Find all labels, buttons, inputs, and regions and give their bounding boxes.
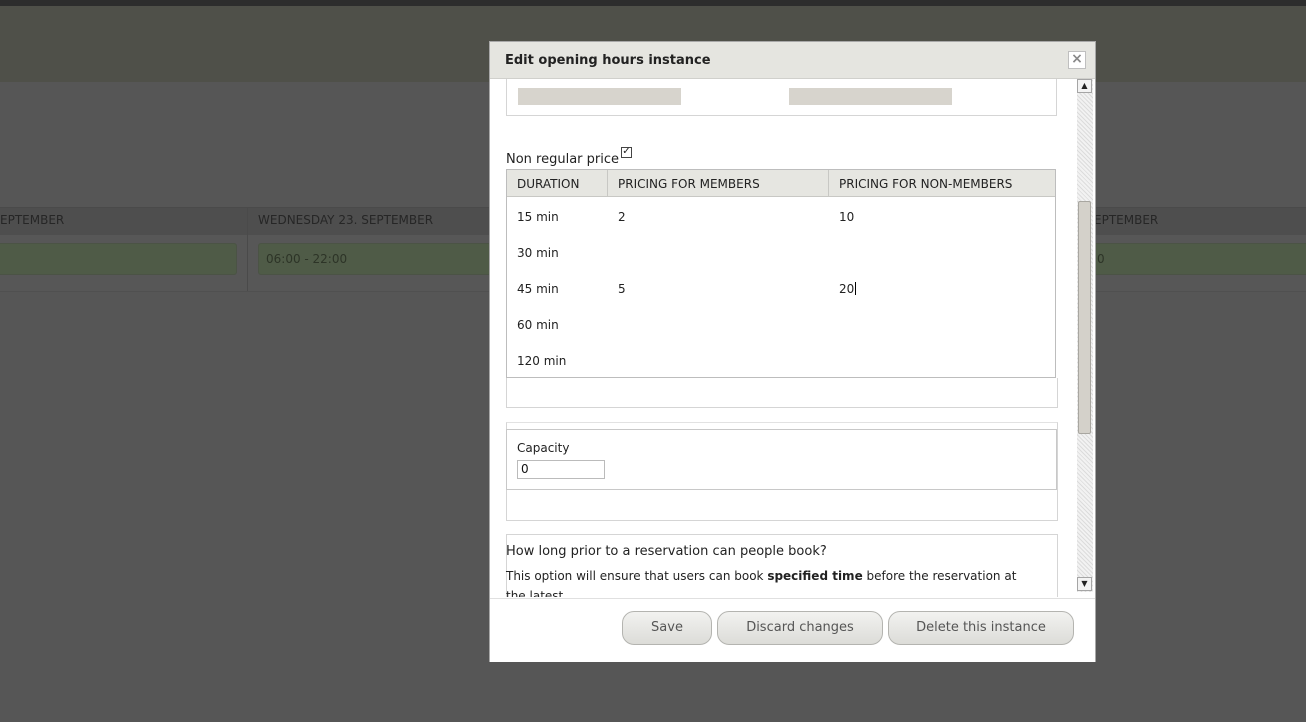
non-members-price-input[interactable]	[839, 246, 1039, 262]
close-icon: ×	[1071, 51, 1083, 67]
capacity-input[interactable]: 0	[517, 460, 605, 479]
text-cursor	[855, 282, 857, 295]
non-members-price-input[interactable]: 20	[839, 282, 857, 296]
pricing-section-bottom	[506, 378, 1058, 408]
opening-slot-time: 0	[1097, 252, 1105, 266]
scroll-up-arrow-icon[interactable]: ▲	[1077, 79, 1092, 93]
discard-changes-button[interactable]: Discard changes	[717, 611, 883, 645]
non-members-price-input[interactable]: 10	[839, 210, 854, 224]
duration-cell: 30 min	[517, 246, 559, 260]
dialog-scrollbar[interactable]: ▲ ▼	[1077, 79, 1093, 592]
opening-slot-time: 06:00 - 22:00	[266, 252, 348, 266]
edit-instance-dialog: Edit opening hours instance × Non regula…	[489, 41, 1096, 662]
start-time-field[interactable]	[518, 88, 681, 105]
capacity-label: Capacity	[517, 441, 570, 455]
non-members-price-input[interactable]	[839, 318, 1039, 334]
delete-instance-button[interactable]: Delete this instance	[888, 611, 1074, 645]
opening-slot[interactable]: 0	[1088, 243, 1306, 275]
members-price-input[interactable]	[618, 246, 818, 262]
pricing-table: DURATION PRICING FOR MEMBERS PRICING FOR…	[506, 169, 1056, 378]
booking-lead-time-description: This option will ensure that users can b…	[506, 566, 1036, 597]
members-price-input[interactable]	[618, 318, 818, 334]
opening-slot[interactable]: 06:00 - 22:00	[258, 243, 498, 275]
column-divider	[607, 170, 608, 196]
dialog-titlebar: Edit opening hours instance ×	[490, 42, 1095, 79]
duration-cell: 45 min	[517, 282, 559, 296]
duration-cell: 120 min	[517, 354, 567, 368]
duration-column-header: DURATION	[517, 177, 580, 191]
scroll-down-arrow-icon[interactable]: ▼	[1077, 577, 1092, 591]
non-members-price-value: 20	[839, 282, 855, 296]
members-price-input[interactable]: 5	[618, 282, 626, 296]
duration-cell: 15 min	[517, 210, 559, 224]
duration-cell: 60 min	[517, 318, 559, 332]
non-regular-price-label: Non regular price	[506, 152, 620, 167]
non-members-price-input[interactable]	[839, 354, 1039, 370]
close-button[interactable]: ×	[1068, 51, 1086, 69]
column-divider	[828, 170, 829, 196]
scrollbar-thumb[interactable]	[1078, 201, 1091, 434]
opening-slot[interactable]	[0, 243, 237, 275]
day-header: EPTEMBER	[0, 213, 65, 227]
day-header: WEDNESDAY 23. SEPTEMBER	[258, 213, 434, 227]
non-members-column-header: PRICING FOR NON-MEMBERS	[839, 177, 1013, 191]
dialog-footer: Save Discard changes Delete this instanc…	[490, 598, 1095, 662]
non-regular-price-checkbox[interactable]: ✓	[621, 147, 632, 158]
day-header: EPTEMBER	[1094, 213, 1159, 227]
column-divider	[247, 208, 248, 291]
time-range-box	[506, 79, 1057, 116]
dialog-content: Non regular price ✓ DURATION PRICING FOR…	[490, 79, 1078, 597]
members-price-input[interactable]	[618, 354, 818, 370]
members-column-header: PRICING FOR MEMBERS	[618, 177, 760, 191]
description-emphasis: specified time	[767, 569, 863, 583]
save-button[interactable]: Save	[622, 611, 712, 645]
dialog-title: Edit opening hours instance	[505, 53, 711, 68]
booking-lead-time-title: How long prior to a reservation can peop…	[506, 544, 827, 559]
description-text: This option will ensure that users can b…	[506, 569, 768, 583]
members-price-input[interactable]: 2	[618, 210, 626, 224]
pricing-table-header: DURATION PRICING FOR MEMBERS PRICING FOR…	[507, 170, 1055, 197]
end-time-field[interactable]	[789, 88, 952, 105]
